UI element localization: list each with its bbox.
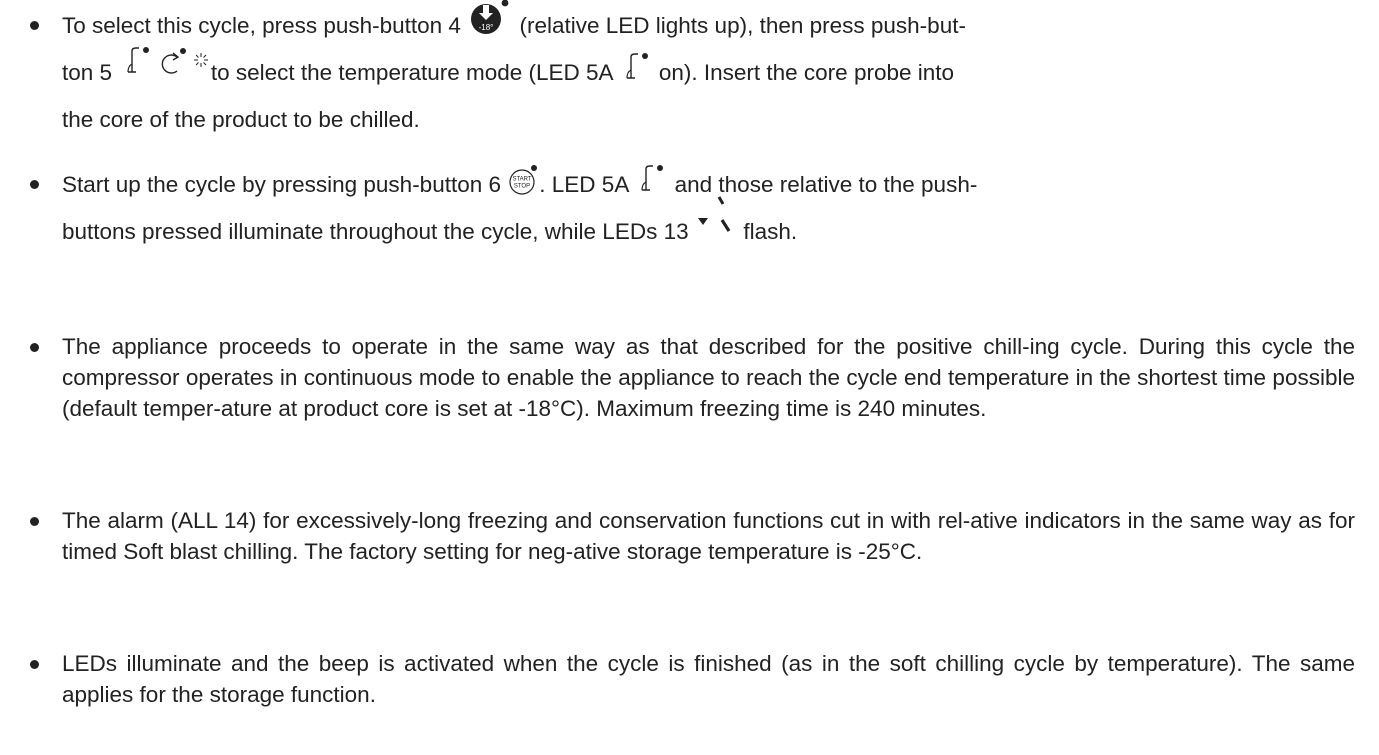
down-arrow-icon — [697, 216, 709, 226]
text-run: (relative LED lights up), then press pus… — [519, 13, 966, 38]
list-item: Start up the cycle by pressing push-butt… — [30, 161, 1355, 255]
snowflake-icon — [193, 52, 209, 68]
text-run: ton 5 — [62, 60, 113, 85]
stop-label: STOP — [514, 184, 530, 190]
start-label: START — [513, 177, 532, 183]
minus18-button-icon: -18° — [471, 0, 509, 35]
paragraph: To select this cycle, press push-button … — [62, 0, 1355, 143]
bullet-dot — [30, 343, 39, 352]
list-item: The appliance proceeds to operate in the… — [30, 331, 1355, 424]
minus18-label: -18° — [479, 23, 494, 32]
text-run: flash. — [743, 219, 798, 244]
cycle-arrow-icon — [157, 47, 187, 77]
text-run: To select this cycle, press push-button … — [62, 13, 461, 38]
list-item: The alarm (ALL 14) for excessively-long … — [30, 505, 1355, 567]
bullet-dot — [30, 180, 39, 189]
text-run: Start up the cycle by pressing push-butt… — [62, 172, 502, 197]
text-run: . LED 5A — [539, 172, 629, 197]
text-run: the core of the product to be chilled. — [62, 107, 420, 132]
text-run: on). Insert the core probe into — [658, 60, 955, 85]
paragraph: The alarm (ALL 14) for excessively-long … — [62, 508, 1355, 564]
slash-led-icon — [717, 195, 733, 235]
list-item: To select this cycle, press push-button … — [30, 0, 1355, 143]
bullet-dot — [30, 660, 39, 669]
probe-icon — [623, 52, 649, 80]
probe-icon — [638, 164, 664, 192]
start-stop-icon: START STOP — [509, 165, 539, 195]
bullet-dot — [30, 517, 39, 526]
probe-icon — [124, 46, 150, 74]
text-run: and those relative to the push- — [674, 172, 978, 197]
paragraph: LEDs illuminate and the beep is activate… — [62, 651, 1355, 707]
bullet-dot — [30, 21, 39, 30]
document-page: To select this cycle, press push-button … — [0, 0, 1379, 755]
paragraph: The appliance proceeds to operate in the… — [62, 334, 1355, 421]
text-run: buttons pressed illuminate throughout th… — [62, 219, 689, 244]
text-run: to select the temperature mode (LED 5A — [210, 60, 613, 85]
list-item: LEDs illuminate and the beep is activate… — [30, 648, 1355, 710]
paragraph: Start up the cycle by pressing push-butt… — [62, 161, 1355, 255]
